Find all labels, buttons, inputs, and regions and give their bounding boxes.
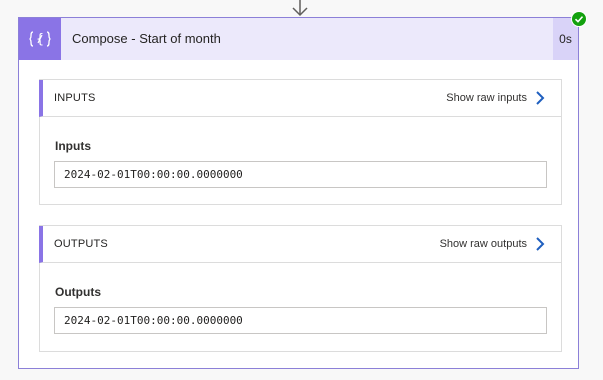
compose-action-card: { Compose - Start of month 0s INPUTS Sho… bbox=[18, 17, 579, 369]
action-header[interactable]: { Compose - Start of month 0s bbox=[19, 18, 578, 60]
inputs-section-header: INPUTS Show raw inputs bbox=[39, 80, 561, 117]
show-raw-outputs-label: Show raw outputs bbox=[439, 238, 527, 250]
inputs-field-label: Inputs bbox=[55, 139, 91, 153]
inputs-section-label: INPUTS bbox=[54, 92, 96, 104]
outputs-section-header: OUTPUTS Show raw outputs bbox=[39, 226, 561, 263]
flow-connector-arrow-icon bbox=[292, 0, 308, 17]
outputs-section-label: OUTPUTS bbox=[54, 238, 108, 250]
chevron-right-icon bbox=[536, 237, 545, 251]
chevron-right-icon bbox=[536, 91, 545, 105]
show-raw-inputs-label: Show raw inputs bbox=[446, 92, 527, 104]
braces-icon: { bbox=[19, 18, 61, 60]
action-title: Compose - Start of month bbox=[72, 31, 221, 46]
outputs-field-label: Outputs bbox=[55, 285, 101, 299]
inputs-value-field[interactable]: 2024-02-01T00:00:00.0000000 bbox=[54, 161, 547, 188]
outputs-value-field[interactable]: 2024-02-01T00:00:00.0000000 bbox=[54, 307, 547, 334]
show-raw-inputs-link[interactable]: Show raw inputs bbox=[446, 80, 545, 116]
outputs-section: OUTPUTS Show raw outputs Outputs 2024-02… bbox=[39, 225, 562, 352]
inputs-section: INPUTS Show raw inputs Inputs 2024-02-01… bbox=[39, 79, 562, 205]
success-check-icon bbox=[571, 11, 587, 27]
show-raw-outputs-link[interactable]: Show raw outputs bbox=[440, 226, 545, 262]
